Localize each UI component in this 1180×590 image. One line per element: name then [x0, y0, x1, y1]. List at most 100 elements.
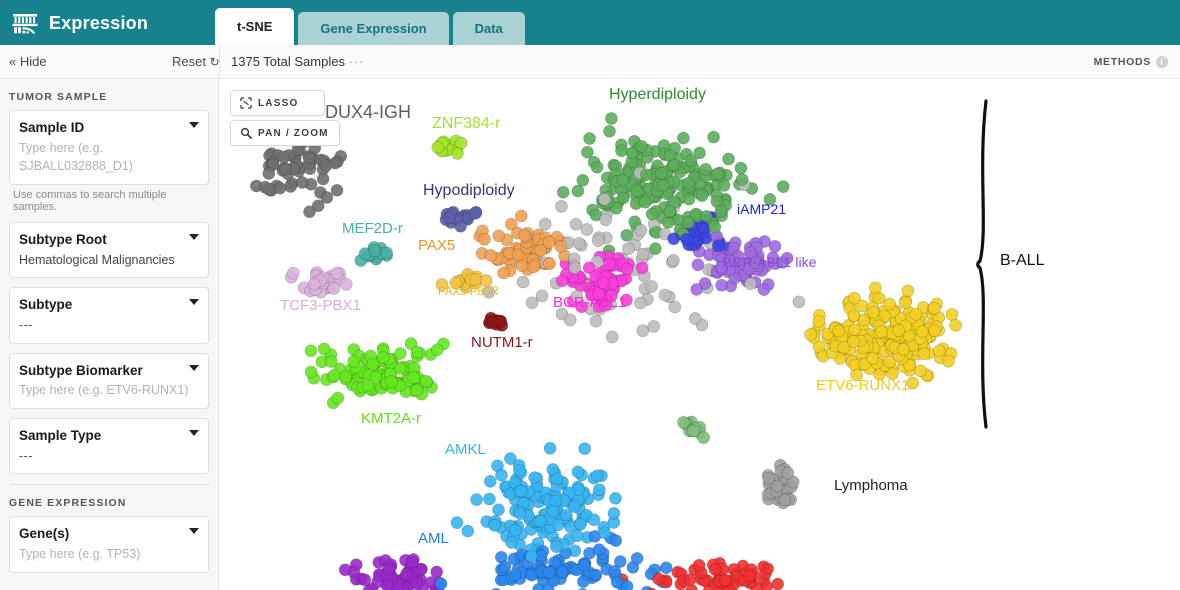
scatter-point[interactable]: [735, 173, 749, 186]
scatter-point[interactable]: [571, 465, 585, 479]
scatter-point[interactable]: [645, 207, 659, 221]
scatter-point[interactable]: [620, 228, 634, 242]
scatter-point[interactable]: [546, 504, 560, 518]
scatter-point[interactable]: [599, 213, 612, 227]
scatter-point[interactable]: [303, 151, 316, 165]
scatter-point[interactable]: [620, 262, 634, 276]
genes-input[interactable]: Type here (e.g. TP53): [19, 545, 199, 564]
scatter-point[interactable]: [497, 266, 511, 280]
scatter-point[interactable]: [605, 112, 618, 125]
scatter-point[interactable]: [516, 275, 530, 289]
scatter-point[interactable]: [708, 563, 722, 576]
scatter-point[interactable]: [652, 572, 665, 586]
scatter-point[interactable]: [338, 563, 352, 577]
scatter-point[interactable]: [744, 277, 757, 291]
scatter-point[interactable]: [542, 236, 556, 249]
scatter-point[interactable]: [508, 523, 522, 537]
scatter-point[interactable]: [762, 471, 775, 485]
scatter-point[interactable]: [538, 217, 552, 231]
scatter-point[interactable]: [848, 323, 861, 337]
scatter-point[interactable]: [581, 145, 594, 159]
scatter-point[interactable]: [658, 288, 672, 302]
scatter-point[interactable]: [591, 234, 605, 247]
scatter-point[interactable]: [339, 277, 353, 291]
scatter-point[interactable]: [649, 242, 662, 255]
scatter-point[interactable]: [812, 314, 826, 328]
scatter-point[interactable]: [897, 343, 910, 356]
scatter-point[interactable]: [262, 167, 276, 180]
scatter-point[interactable]: [469, 273, 482, 286]
scatter-point[interactable]: [942, 354, 955, 368]
scatter-point[interactable]: [542, 566, 556, 579]
scatter-point[interactable]: [571, 184, 585, 198]
scatter-point[interactable]: [715, 278, 728, 292]
scatter-point[interactable]: [781, 466, 795, 480]
scatter-point[interactable]: [518, 229, 531, 242]
scatter-point[interactable]: [635, 261, 649, 275]
scatter-point[interactable]: [832, 324, 845, 338]
scatter-point[interactable]: [693, 146, 706, 160]
scatter-point[interactable]: [316, 172, 330, 186]
scatter-point[interactable]: [514, 484, 528, 498]
scatter-point[interactable]: [400, 567, 413, 581]
scatter-point[interactable]: [792, 295, 806, 309]
scatter-point[interactable]: [578, 442, 592, 455]
scatter-point[interactable]: [692, 558, 706, 572]
scatter-point[interactable]: [330, 183, 344, 197]
scatter-point[interactable]: [634, 223, 648, 237]
scatter-point[interactable]: [358, 573, 372, 587]
field-genes[interactable]: Gene(s) Type here (e.g. TP53): [9, 516, 209, 573]
scatter-point[interactable]: [574, 517, 587, 531]
scatter-point[interactable]: [680, 232, 693, 246]
scatter-point[interactable]: [556, 185, 570, 199]
scatter-point[interactable]: [690, 283, 704, 296]
scatter-point[interactable]: [598, 526, 612, 540]
scatter-point[interactable]: [560, 508, 573, 522]
scatter-point[interactable]: [527, 260, 541, 274]
scatter-point[interactable]: [667, 254, 680, 267]
scatter-point[interactable]: [609, 534, 623, 547]
scatter-point[interactable]: [555, 274, 569, 288]
chevron-down-icon[interactable]: [189, 364, 199, 371]
scatter-point[interactable]: [589, 568, 603, 582]
scatter-point[interactable]: [682, 176, 695, 190]
scatter-point[interactable]: [407, 371, 421, 385]
scatter-point[interactable]: [609, 491, 622, 505]
scatter-point[interactable]: [479, 274, 493, 287]
scatter-point[interactable]: [319, 159, 333, 172]
scatter-point[interactable]: [645, 280, 658, 293]
scatter-point[interactable]: [682, 192, 696, 206]
filters-sidebar[interactable]: TUMOR SAMPLE Sample ID Type here (e.g. S…: [0, 79, 219, 590]
scatter-point[interactable]: [504, 452, 517, 465]
tab-tsne[interactable]: t-SNE: [215, 8, 295, 45]
scatter-point[interactable]: [492, 229, 506, 243]
chevron-down-icon[interactable]: [189, 430, 199, 436]
scatter-point[interactable]: [327, 368, 341, 382]
scatter-point[interactable]: [430, 343, 444, 357]
scatter-point[interactable]: [555, 565, 569, 578]
scatter-point[interactable]: [549, 540, 563, 553]
scatter-point[interactable]: [492, 503, 505, 517]
scatter-point[interactable]: [945, 308, 959, 321]
scatter-point[interactable]: [494, 314, 507, 328]
field-subtype-biomarker[interactable]: Subtype Biomarker Type here (e.g. ETV6-R…: [9, 352, 209, 409]
lasso-tool-button[interactable]: LASSO: [230, 90, 325, 116]
scatter-point[interactable]: [528, 471, 541, 484]
scatter-point[interactable]: [616, 191, 630, 205]
sample-overflow-menu[interactable]: ···: [349, 54, 365, 69]
scatter-point[interactable]: [883, 297, 896, 311]
scatter-point[interactable]: [898, 296, 912, 310]
scatter-point[interactable]: [443, 211, 457, 225]
scatter-point[interactable]: [469, 207, 482, 220]
scatter-point[interactable]: [734, 161, 748, 175]
scatter-point[interactable]: [909, 307, 923, 321]
scatter-point[interactable]: [279, 162, 292, 176]
scatter-point[interactable]: [722, 152, 735, 166]
scatter-point[interactable]: [410, 345, 424, 359]
scatter-point[interactable]: [331, 391, 345, 405]
scatter-point[interactable]: [277, 150, 291, 164]
scatter-point[interactable]: [667, 158, 681, 172]
scatter-point[interactable]: [687, 424, 700, 438]
scatter-point[interactable]: [915, 325, 929, 338]
scatter-point[interactable]: [663, 205, 677, 218]
